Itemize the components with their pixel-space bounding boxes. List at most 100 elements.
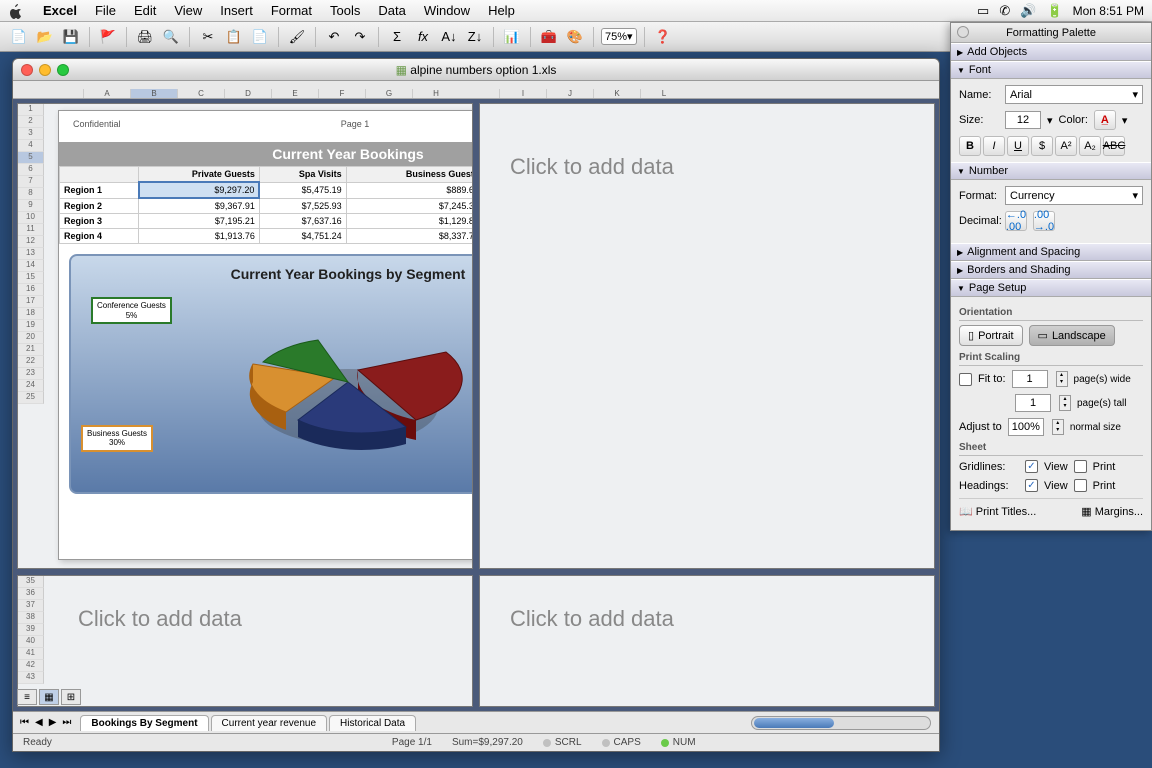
- section-borders[interactable]: ▶Borders and Shading: [951, 261, 1151, 279]
- font-name-select[interactable]: Arial▾: [1005, 85, 1143, 104]
- h-scrollbar[interactable]: [751, 716, 931, 730]
- zoom-select[interactable]: 75% ▾: [601, 28, 637, 45]
- menu-file[interactable]: File: [86, 3, 125, 18]
- row-numbers-bl[interactable]: 353637383940414243: [18, 576, 44, 684]
- clock[interactable]: Mon 8:51 PM: [1073, 4, 1144, 18]
- italic-btn[interactable]: I: [983, 136, 1005, 156]
- toolbox-btn[interactable]: 🧰: [538, 26, 560, 48]
- open-btn[interactable]: 📂: [34, 26, 56, 48]
- palette-title[interactable]: Formatting Palette: [951, 23, 1151, 43]
- chart[interactable]: Current Year Bookings by Segment: [69, 254, 473, 494]
- chart-btn[interactable]: 📊: [501, 26, 523, 48]
- tab-next[interactable]: ▶: [46, 717, 60, 728]
- view-layout[interactable]: ▦: [39, 689, 59, 705]
- paste-btn[interactable]: 📄: [249, 26, 271, 48]
- tab-prev[interactable]: ◀: [32, 717, 46, 728]
- save-btn[interactable]: 💾: [60, 26, 82, 48]
- currency-btn[interactable]: $: [1031, 136, 1053, 156]
- section-add-objects[interactable]: ▶Add Objects: [951, 43, 1151, 61]
- section-alignment[interactable]: ▶Alignment and Spacing: [951, 243, 1151, 261]
- sheet-tab[interactable]: Current year revenue: [211, 715, 328, 731]
- menu-help[interactable]: Help: [479, 3, 524, 18]
- palette-btn[interactable]: 🎨: [564, 26, 586, 48]
- apple-icon[interactable]: [8, 3, 24, 19]
- view-normal[interactable]: ≡: [17, 689, 37, 705]
- menu-window[interactable]: Window: [415, 3, 479, 18]
- undo-btn[interactable]: ↶: [323, 26, 345, 48]
- font-size-input[interactable]: 12: [1005, 111, 1041, 129]
- headings-view-check[interactable]: ✓: [1025, 479, 1038, 492]
- close-btn[interactable]: [21, 64, 33, 76]
- menu-insert[interactable]: Insert: [211, 3, 262, 18]
- pane-top-right[interactable]: Click to add data: [479, 103, 935, 569]
- headings-print-check[interactable]: [1074, 479, 1087, 492]
- landscape-btn[interactable]: ▭ Landscape: [1029, 325, 1115, 346]
- fit-to-check[interactable]: [959, 373, 972, 386]
- print-titles-btn[interactable]: 📖 Print Titles...: [959, 505, 1036, 518]
- display-icon[interactable]: ▭: [977, 3, 989, 19]
- portrait-btn[interactable]: ▯ Portrait: [959, 325, 1023, 346]
- section-page-setup[interactable]: ▼Page Setup: [951, 279, 1151, 297]
- view-mode-buttons[interactable]: ≡ ▦ ⊞: [17, 689, 81, 705]
- underline-btn[interactable]: U: [1007, 136, 1029, 156]
- adjust-input[interactable]: 100%: [1008, 418, 1044, 436]
- flag-btn[interactable]: 🚩: [97, 26, 119, 48]
- phone-icon[interactable]: ✆: [999, 3, 1010, 19]
- sheet-tab[interactable]: Historical Data: [329, 715, 416, 731]
- print-btn[interactable]: 🖨: [134, 26, 156, 48]
- minimize-btn[interactable]: [39, 64, 51, 76]
- placeholder-bl[interactable]: Click to add data: [78, 606, 242, 632]
- redo-btn[interactable]: ↷: [349, 26, 371, 48]
- placeholder-tr[interactable]: Click to add data: [510, 154, 674, 180]
- menu-data[interactable]: Data: [369, 3, 414, 18]
- pane-top-left[interactable]: 1234567891011121314151617181920212223242…: [17, 103, 473, 569]
- pane-bottom-right[interactable]: Click to add data: [479, 575, 935, 707]
- row-numbers[interactable]: 1234567891011121314151617181920212223242…: [18, 104, 44, 404]
- menu-edit[interactable]: Edit: [125, 3, 165, 18]
- new-btn[interactable]: 📄: [8, 26, 30, 48]
- gridlines-print-check[interactable]: [1074, 460, 1087, 473]
- help-btn[interactable]: ❓: [652, 26, 674, 48]
- superscript-btn[interactable]: A²: [1055, 136, 1077, 156]
- copy-btn[interactable]: 📋: [223, 26, 245, 48]
- tab-last[interactable]: ⏭: [59, 717, 74, 728]
- tab-first[interactable]: ⏮: [17, 717, 32, 728]
- placeholder-br[interactable]: Click to add data: [510, 606, 674, 632]
- app-name[interactable]: Excel: [34, 3, 86, 18]
- preview-btn[interactable]: 🔍: [160, 26, 182, 48]
- volume-icon[interactable]: 🔊: [1020, 3, 1036, 19]
- data-table[interactable]: Private GuestsSpa VisitsBusiness GuestsC…: [59, 166, 473, 244]
- function-btn[interactable]: fx: [412, 26, 434, 48]
- sheet-tab[interactable]: Bookings By Segment: [80, 715, 208, 731]
- battery-icon[interactable]: 🔋: [1046, 3, 1062, 19]
- formatting-palette[interactable]: Formatting Palette ▶Add Objects ▼Font Na…: [950, 22, 1152, 531]
- section-number[interactable]: ▼Number: [951, 162, 1151, 180]
- cut-btn[interactable]: ✂: [197, 26, 219, 48]
- decrease-decimal-btn[interactable]: .00→.0: [1033, 211, 1055, 231]
- increase-decimal-btn[interactable]: ←.0.00: [1005, 211, 1027, 231]
- pages-tall-input[interactable]: 1: [1015, 394, 1051, 412]
- titlebar[interactable]: ▦ alpine numbers option 1.xls: [13, 59, 939, 81]
- subscript-btn[interactable]: A₂: [1079, 136, 1101, 156]
- document-window: ▦ alpine numbers option 1.xls A B C D E …: [12, 58, 940, 752]
- section-font[interactable]: ▼Font: [951, 61, 1151, 79]
- column-ruler[interactable]: A B C D E F G H I J K L: [13, 81, 939, 99]
- pages-wide-input[interactable]: 1: [1012, 370, 1048, 388]
- font-color-btn[interactable]: A̲: [1094, 110, 1116, 130]
- strike-btn[interactable]: ABC: [1103, 136, 1125, 156]
- menu-tools[interactable]: Tools: [321, 3, 369, 18]
- bold-btn[interactable]: B: [959, 136, 981, 156]
- number-format-select[interactable]: Currency▾: [1005, 186, 1143, 205]
- zoom-btn[interactable]: [57, 64, 69, 76]
- pane-bottom-left[interactable]: 353637383940414243 Click to add data: [17, 575, 473, 707]
- margins-btn[interactable]: ▦ Margins...: [1081, 505, 1143, 518]
- palette-close[interactable]: [957, 26, 969, 38]
- menu-format[interactable]: Format: [262, 3, 321, 18]
- sort-asc-btn[interactable]: A↓: [438, 26, 460, 48]
- format-painter-btn[interactable]: 🖌: [286, 26, 308, 48]
- menu-view[interactable]: View: [165, 3, 211, 18]
- view-break[interactable]: ⊞: [61, 689, 81, 705]
- autosum-btn[interactable]: Σ: [386, 26, 408, 48]
- gridlines-view-check[interactable]: ✓: [1025, 460, 1038, 473]
- sort-desc-btn[interactable]: Z↓: [464, 26, 486, 48]
